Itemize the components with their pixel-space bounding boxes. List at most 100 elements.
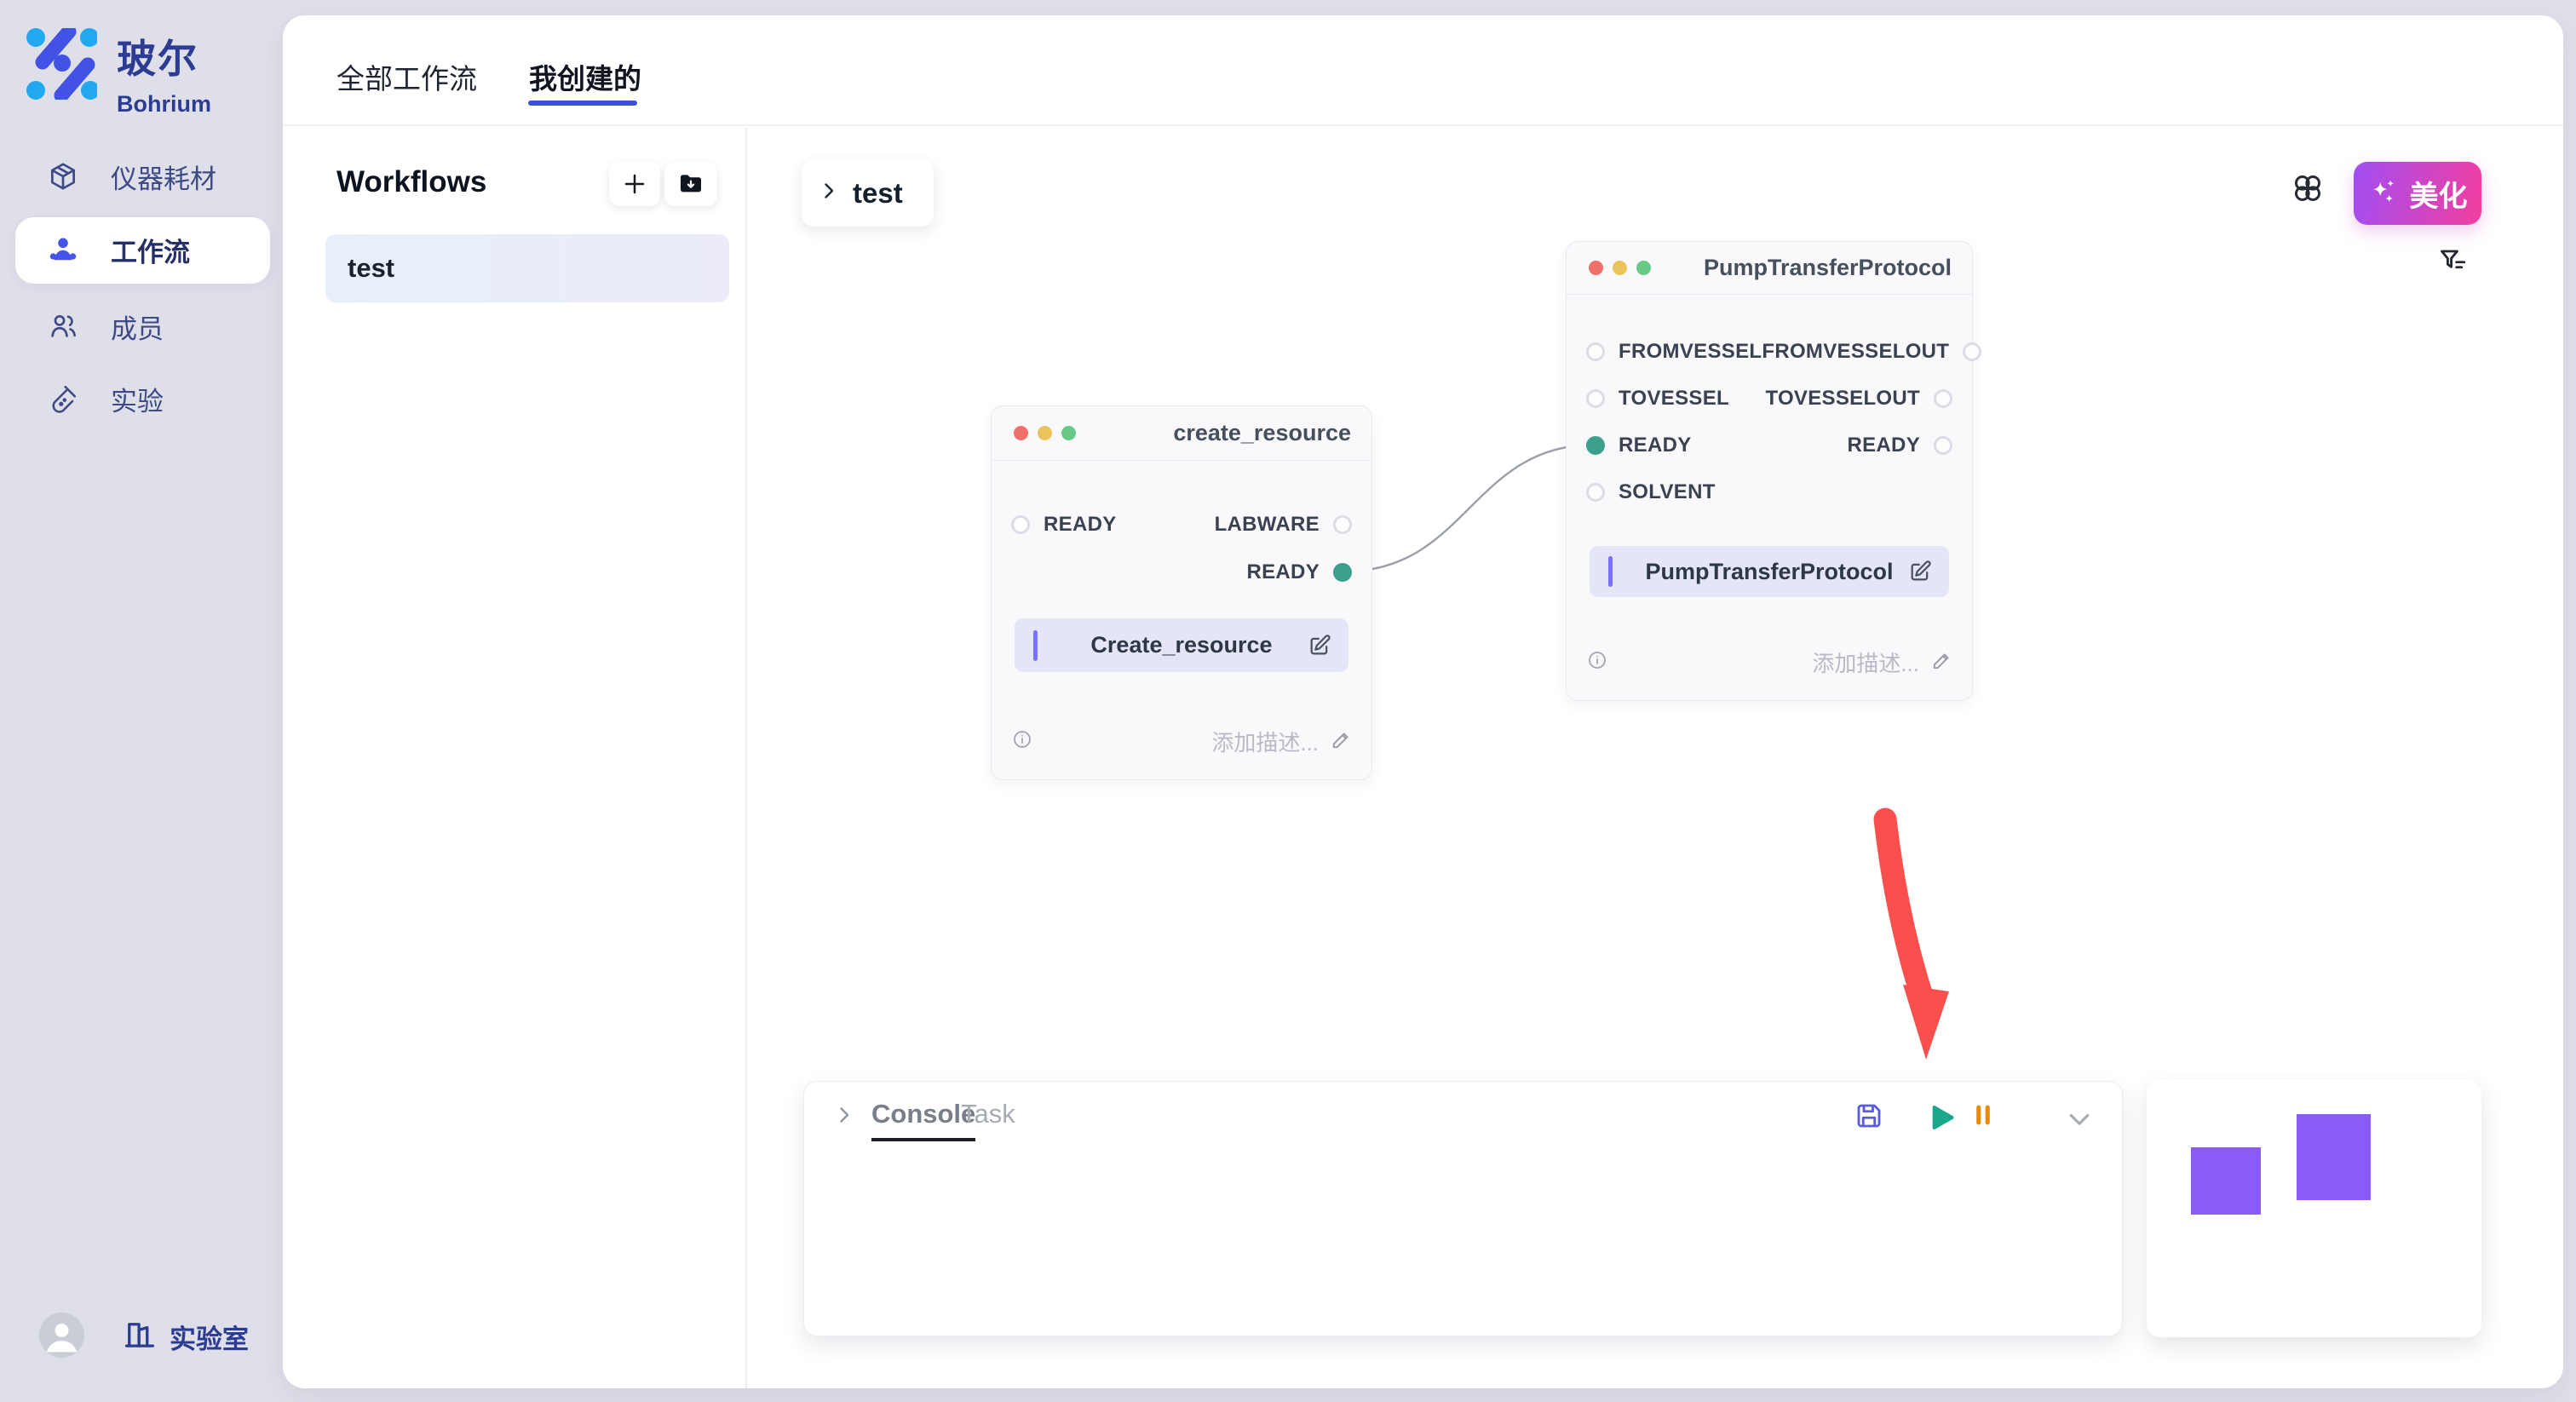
- plus-icon: [622, 171, 647, 197]
- minimap[interactable]: [2147, 1080, 2481, 1337]
- panel-title: Workflows: [336, 165, 486, 199]
- node-header: create_resource: [992, 406, 1371, 461]
- port-circle-connected[interactable]: [1586, 436, 1605, 455]
- tab-my-created[interactable]: 我创建的: [529, 56, 641, 97]
- output-port-labware[interactable]: LABWARE: [1215, 513, 1352, 537]
- input-port-fromvessel[interactable]: FROMVESSEL: [1586, 340, 1762, 364]
- port-circle[interactable]: [1934, 436, 1952, 455]
- add-workflow-button[interactable]: [609, 162, 660, 206]
- sidebar-item-workflow[interactable]: 工作流: [0, 220, 283, 279]
- port-circle[interactable]: [1963, 342, 1981, 361]
- info-icon[interactable]: [1587, 650, 1607, 675]
- sidebar: 玻尔 Bohrium 仪器耗材: [0, 0, 283, 1402]
- node-pump-transfer-protocol[interactable]: PumpTransferProtocol FROMVESSEL FROMVESS…: [1566, 241, 1973, 701]
- bohrium-app: 玻尔 Bohrium 仪器耗材: [0, 0, 2576, 1402]
- logo-title: 玻尔: [117, 28, 211, 84]
- tab-console[interactable]: Console: [871, 1099, 975, 1141]
- port-circle-connected[interactable]: [1333, 563, 1352, 582]
- pause-icon[interactable]: [1969, 1100, 2001, 1133]
- edit-icon[interactable]: [1308, 634, 1331, 658]
- input-port-solvent[interactable]: SOLVENT: [1586, 480, 1716, 504]
- port-circle[interactable]: [1934, 389, 1952, 408]
- tab-task[interactable]: Task: [961, 1099, 1015, 1138]
- text-caret: [1033, 630, 1038, 661]
- lab-switcher[interactable]: 实验室: [122, 1317, 249, 1357]
- output-port-fromvesselout[interactable]: FROMVESSELOUT: [1762, 340, 1981, 364]
- text-caret: [1608, 556, 1613, 587]
- pencil-icon: [1931, 649, 1953, 675]
- output-port-ready[interactable]: READY: [1246, 560, 1352, 584]
- breadcrumb-label: test: [853, 177, 903, 210]
- sidebar-item-experiment[interactable]: 实验: [0, 369, 283, 428]
- port-row: READY: [992, 555, 1371, 589]
- chevron-right-icon: [819, 181, 839, 205]
- traffic-dots-icon: [1014, 426, 1076, 440]
- edit-icon[interactable]: [1908, 560, 1932, 583]
- port-row: READY READY: [1567, 428, 1972, 463]
- package-icon: [45, 158, 81, 194]
- sidebar-item-label: 成员: [111, 307, 164, 346]
- port-circle[interactable]: [1333, 515, 1352, 534]
- traffic-dots-icon: [1589, 261, 1651, 275]
- chevron-down-icon[interactable]: [2064, 1104, 2096, 1136]
- bohrium-logo-icon: [26, 28, 97, 118]
- minimap-node-rect: [2297, 1114, 2371, 1200]
- node-title: create_resource: [1173, 420, 1351, 446]
- minimap-node-rect: [2191, 1147, 2261, 1215]
- workflow-list-item-test[interactable]: test: [325, 234, 729, 302]
- port-circle[interactable]: [1011, 515, 1030, 534]
- node-title: PumpTransferProtocol: [1704, 255, 1952, 281]
- port-circle[interactable]: [1586, 483, 1605, 502]
- edge-ready-connection: [1344, 445, 1595, 572]
- input-port-ready[interactable]: READY: [1586, 434, 1692, 457]
- node-action-button[interactable]: Create_resource: [1015, 618, 1348, 672]
- breadcrumb[interactable]: test: [802, 159, 934, 227]
- logo: 玻尔 Bohrium: [26, 28, 211, 118]
- active-tab-underline: [528, 101, 637, 106]
- run-icon[interactable]: [1924, 1100, 1957, 1133]
- sidebar-item-label: 实验: [111, 380, 164, 418]
- pencil-icon: [1331, 728, 1353, 755]
- layout-clover-icon[interactable]: [2291, 171, 2325, 205]
- tab-all-workflows[interactable]: 全部工作流: [336, 56, 477, 97]
- workflow-list-panel: Workflows test: [283, 128, 747, 1388]
- beautify-label: 美化: [2410, 173, 2468, 215]
- output-port-tovesselout[interactable]: TOVESSELOUT: [1765, 387, 1952, 411]
- sidebar-item-label: 工作流: [111, 231, 190, 269]
- filter-icon[interactable]: [2438, 246, 2469, 277]
- folder-download-icon: [677, 170, 704, 198]
- info-icon[interactable]: [1012, 729, 1032, 754]
- port-row: FROMVESSEL FROMVESSELOUT: [1567, 335, 1972, 369]
- building-icon: [122, 1317, 158, 1357]
- console-header: Console Task: [804, 1082, 2122, 1150]
- node-footer: 添加描述...: [1012, 726, 1353, 757]
- add-description[interactable]: 添加描述...: [1812, 646, 1953, 678]
- import-folder-button[interactable]: [664, 162, 717, 206]
- main-content: 全部工作流 我创建的 Workflows test: [283, 15, 2563, 1388]
- save-icon[interactable]: [1854, 1100, 1886, 1133]
- sparkles-icon: [2368, 176, 2399, 211]
- collapse-panel-icon[interactable]: [832, 1103, 856, 1127]
- port-circle[interactable]: [1586, 389, 1605, 408]
- sidebar-item-label: 仪器耗材: [111, 158, 216, 196]
- input-port-tovessel[interactable]: TOVESSEL: [1586, 387, 1729, 411]
- workflow-tabs-bar: 全部工作流 我创建的: [283, 15, 2563, 126]
- input-port-ready[interactable]: READY: [1011, 513, 1117, 537]
- port-row: READY LABWARE: [992, 508, 1371, 542]
- port-row: TOVESSEL TOVESSELOUT: [1567, 382, 1972, 416]
- logo-subtitle: Bohrium: [117, 91, 211, 118]
- sidebar-footer: 实验室: [0, 1305, 283, 1373]
- add-description[interactable]: 添加描述...: [1211, 726, 1353, 757]
- avatar[interactable]: [39, 1313, 84, 1358]
- beautify-button[interactable]: 美化: [2354, 162, 2481, 225]
- node-action-button[interactable]: PumpTransferProtocol: [1590, 546, 1949, 597]
- port-circle[interactable]: [1586, 342, 1605, 361]
- sidebar-item-members[interactable]: 成员: [0, 296, 283, 356]
- output-port-ready[interactable]: READY: [1847, 434, 1952, 457]
- workflow-icon: [45, 232, 81, 267]
- node-create-resource[interactable]: create_resource READY LABWARE READY: [991, 405, 1372, 780]
- node-header: PumpTransferProtocol: [1567, 242, 1972, 295]
- sidebar-item-instruments[interactable]: 仪器耗材: [0, 147, 283, 206]
- experiment-icon: [45, 381, 81, 417]
- node-footer: 添加描述...: [1587, 646, 1953, 678]
